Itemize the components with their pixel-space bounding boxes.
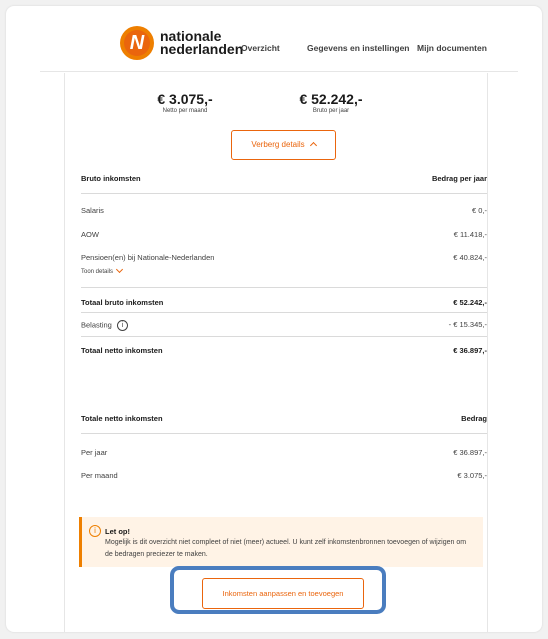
netto-amount: € 3.075,- (157, 91, 213, 107)
warning-alert: i Let op! Mogelijk is dit overzicht niet… (79, 517, 483, 567)
alert-title: Let op! (105, 527, 130, 536)
row-label: Belasting (81, 320, 112, 330)
show-details-toggle[interactable]: Toon details (81, 266, 124, 275)
netto-header-label: Totale netto inkomsten (81, 414, 163, 423)
show-details-label: Toon details (81, 269, 114, 275)
bruto-label: Bruto per jaar (312, 108, 350, 114)
row-value: € 40.824,- (453, 253, 487, 262)
highlight-box (170, 566, 386, 614)
divider (81, 193, 487, 194)
netto-summary: € 3.075,- Netto per maand (110, 91, 260, 114)
row-label: Salaris (81, 206, 104, 215)
info-icon[interactable]: i (116, 320, 128, 331)
app-frame: N nationale nederlanden Overzicht Gegeve… (6, 6, 542, 632)
row-value: € 52.242,- (453, 298, 487, 307)
row-label: Per jaar (81, 448, 108, 457)
brand-name: nationale nederlanden (160, 29, 244, 57)
row-label: Pensioen(en) bij Nationale-Nederlanden (81, 253, 215, 262)
bruto-amount: € 52.242,- (299, 91, 363, 107)
divider (81, 336, 487, 337)
netto-header-amount: Bedrag (461, 414, 487, 423)
bruto-summary: € 52.242,- Bruto per jaar (256, 91, 406, 114)
nav-overzicht[interactable]: Overzicht (241, 43, 280, 53)
row-label: Per maand (81, 471, 118, 480)
nav-mijn-documenten[interactable]: Mijn documenten (417, 43, 487, 53)
row-value: - € 15.345,- (448, 320, 487, 329)
row-value: € 3.075,- (457, 471, 487, 480)
netto-label: Netto per maand (162, 108, 208, 114)
row-value: € 0,- (471, 206, 487, 215)
row-value: € 11.418,- (453, 230, 487, 239)
chevron-up-icon (309, 142, 317, 150)
info-icon: i (89, 525, 101, 537)
nn-logo-icon[interactable]: N (120, 26, 154, 60)
income-overview: € 3.075,- Netto per maand € 52.242,- Bru… (64, 73, 488, 632)
nav-gegevens-en-instellingen[interactable]: Gegevens en instellingen (307, 43, 410, 53)
divider (81, 312, 487, 313)
hide-details-label: Verberg details (251, 140, 305, 149)
header: N nationale nederlanden Overzicht Gegeve… (40, 6, 518, 72)
bruto-header-label: Bruto inkomsten (81, 174, 141, 183)
chevron-down-icon (115, 266, 124, 274)
row-label: Totaal bruto inkomsten (81, 298, 164, 307)
logo-mark: N (129, 32, 145, 54)
bruto-header-amount: Bedrag per jaar (431, 174, 487, 183)
alert-body: Mogelijk is dit overzicht niet compleet … (105, 539, 467, 558)
row-value: € 36.897,- (453, 346, 487, 355)
row-label: AOW (81, 230, 99, 239)
brand-line-2: nederlanden (160, 41, 244, 57)
row-label: Totaal netto inkomsten (81, 346, 163, 355)
divider (81, 433, 487, 434)
divider (81, 287, 487, 288)
hide-details-button[interactable]: Verberg details (231, 130, 336, 160)
row-value: € 36.897,- (453, 448, 487, 457)
